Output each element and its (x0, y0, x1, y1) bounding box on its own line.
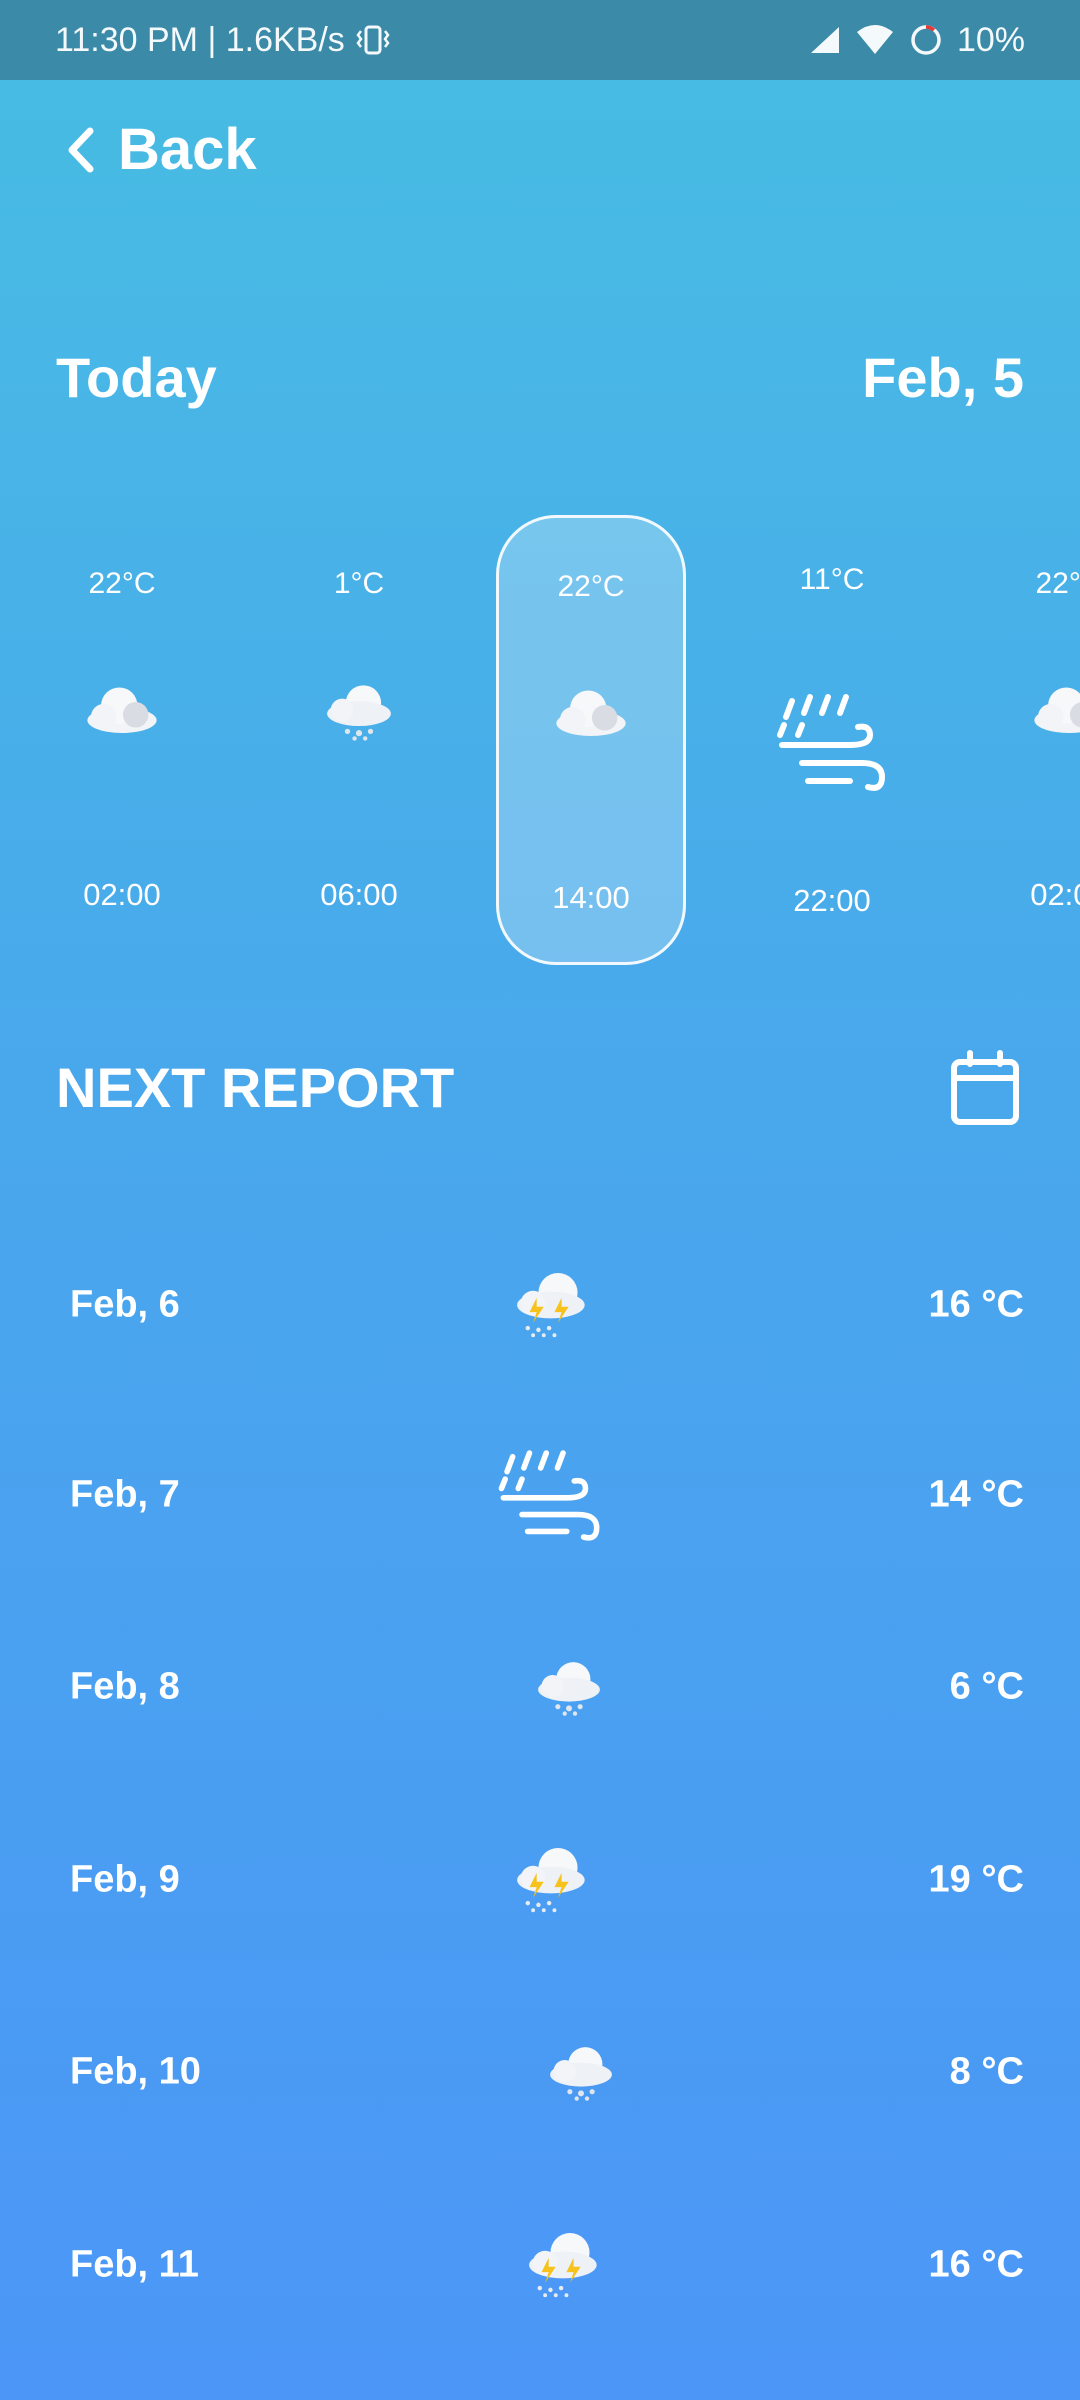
forecast-row[interactable]: Feb, 6 16 °C (0, 1230, 1080, 1380)
hour-temp: 11°C (799, 563, 865, 596)
windy-rain-icon (772, 687, 892, 797)
forecast-row[interactable]: Feb, 9 19 °C (0, 1805, 1080, 1955)
hour-card-selected[interactable]: 22°C 14:00 (496, 515, 686, 965)
snow-cloud-icon (530, 1657, 608, 1717)
status-left: 11:30 PM | 1.6KB/s (55, 21, 391, 60)
status-right: 10% (809, 21, 1025, 60)
forecast-date: Feb, 6 (70, 1283, 180, 1326)
hour-time: 02:00 (83, 877, 161, 912)
battery-percent: 10% (956, 20, 1025, 59)
forecast-row[interactable]: Feb, 8 6 °C (0, 1612, 1080, 1762)
back-label: Back (118, 117, 257, 182)
hour-time: 06:00 (320, 877, 398, 912)
hour-card[interactable]: 22°C 02:00 (974, 515, 1080, 965)
thunder-snow-icon (510, 1271, 590, 1339)
cloud-icon (550, 683, 632, 738)
forecast-temp: 14 °C (928, 1473, 1024, 1516)
forecast-date: Feb, 8 (70, 1665, 180, 1708)
forecast-temp: 8 °C (949, 2050, 1024, 2093)
thunder-snow-icon (510, 1846, 590, 1914)
hour-time: 22:00 (793, 883, 871, 918)
vibrate-icon (356, 25, 390, 55)
forecast-date: Feb, 10 (70, 2050, 201, 2093)
forecast-temp: 6 °C (949, 1665, 1024, 1708)
cloud-icon (1028, 680, 1080, 735)
today-date: Feb, 5 (862, 346, 1024, 409)
forecast-temp: 16 °C (928, 2243, 1024, 2286)
thunder-snow-icon (522, 2231, 602, 2299)
chevron-left-icon (68, 127, 94, 172)
windy-rain-icon (494, 1443, 606, 1547)
calendar-icon[interactable] (950, 1050, 1020, 1126)
battery-ring-icon (911, 25, 941, 55)
forecast-date: Feb, 7 (70, 1473, 180, 1516)
status-time-speed: 11:30 PM | 1.6KB/s (55, 20, 345, 59)
next-report-title: NEXT REPORT (56, 1056, 455, 1119)
wifi-icon (856, 25, 893, 54)
forecast-temp: 19 °C (928, 1858, 1024, 1901)
forecast-row[interactable]: Feb, 11 16 °C (0, 2190, 1080, 2340)
hour-card[interactable]: 1°C 06:00 (264, 515, 454, 965)
cloud-icon (81, 680, 163, 735)
forecast-row[interactable]: Feb, 10 8 °C (0, 1997, 1080, 2147)
hour-temp: 22°C (557, 570, 625, 603)
today-title: Today (56, 346, 217, 409)
hour-temp: 1°C (333, 567, 385, 600)
snow-cloud-icon (319, 680, 399, 742)
forecast-temp: 16 °C (928, 1283, 1024, 1326)
forecast-date: Feb, 9 (70, 1858, 180, 1901)
hourly-forecast[interactable]: 22°C 02:00 1°C 06:00 22°C 14:00 11°C 22:… (0, 515, 1080, 975)
status-bar: 11:30 PM | 1.6KB/s 10% (0, 0, 1080, 80)
forecast-row[interactable]: Feb, 7 14 °C (0, 1420, 1080, 1570)
signal-icon (810, 27, 839, 53)
back-button[interactable]: Back (66, 116, 257, 183)
hour-time: 02:00 (1030, 877, 1080, 912)
hour-temp: 22°C (1035, 567, 1080, 600)
hour-card[interactable]: 11°C 22:00 (737, 515, 927, 965)
hour-card[interactable]: 22°C 02:00 (27, 515, 217, 965)
hour-time: 14:00 (552, 880, 630, 915)
snow-cloud-icon (542, 2042, 620, 2102)
forecast-date: Feb, 11 (70, 2243, 199, 2286)
hour-temp: 22°C (88, 567, 156, 600)
